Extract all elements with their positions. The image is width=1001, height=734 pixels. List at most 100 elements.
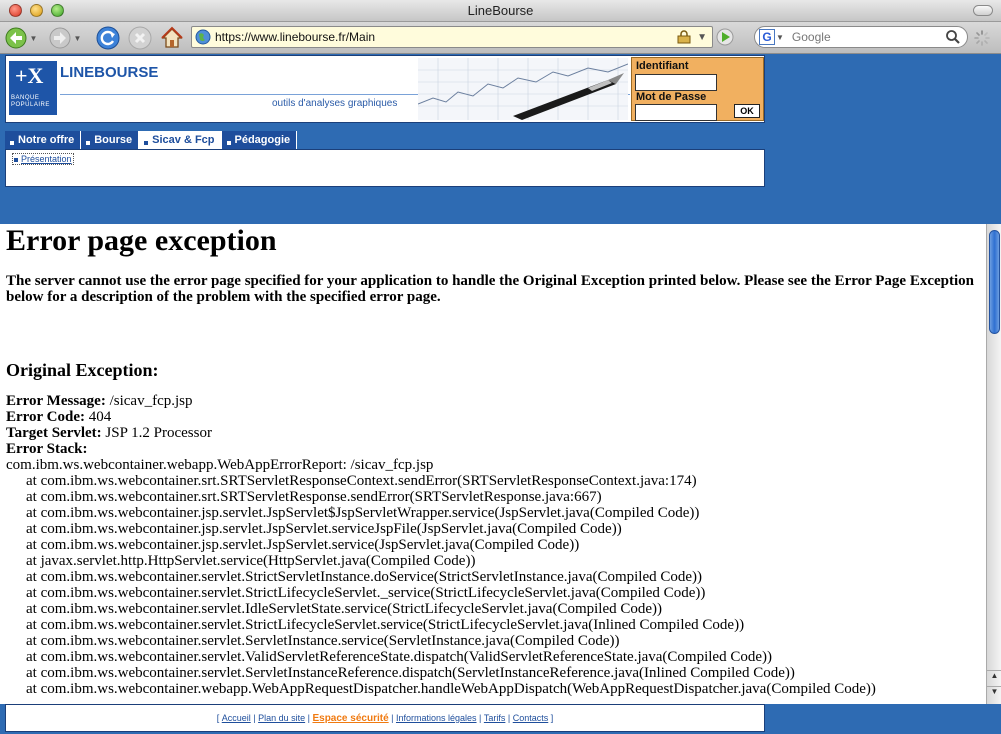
stack-line: at com.ibm.ws.webcontainer.srt.SRTServle… <box>26 473 697 489</box>
footer-bracket-close: ] <box>548 713 554 723</box>
nav-tab-label: Bourse <box>94 134 133 146</box>
error-stack-row: Error Stack: <box>6 441 986 457</box>
stack-line: at com.ibm.ws.webcontainer.jsp.servlet.J… <box>26 537 580 553</box>
search-input[interactable]: Google <box>792 30 945 44</box>
bullet-icon <box>10 141 14 145</box>
logo-subtitle: BANQUE POPULAIRE <box>11 95 50 108</box>
footer-separator: | <box>505 713 513 723</box>
web-page: +X BANQUE POPULAIRE LINEBOURSE outils d'… <box>0 55 1001 734</box>
footer-separator: | <box>305 713 313 723</box>
browser-toolbar: ▼ ▼ https://www.linebourse.fr/Main ▼ G ▼… <box>0 22 1001 54</box>
footer-separator: | <box>476 713 484 723</box>
subnav-item-label: Présentation <box>21 154 72 164</box>
url-text[interactable]: https://www.linebourse.fr/Main <box>215 30 676 44</box>
error-intro: The server cannot use the error page spe… <box>6 273 974 305</box>
site-header: +X BANQUE POPULAIRE LINEBOURSE outils d'… <box>5 55 765 123</box>
site-footer: [ Accueil | Plan du site | Espace sécuri… <box>5 704 765 732</box>
url-history-dropdown-icon[interactable]: ▼ <box>697 32 707 43</box>
stack-line: at com.ibm.ws.webcontainer.jsp.servlet.J… <box>26 505 700 521</box>
error-message-label: Error Message: <box>6 393 106 409</box>
header-tagline: outils d'analyses graphiques <box>272 98 398 109</box>
search-icon[interactable] <box>945 29 961 45</box>
password-label: Mot de Passe <box>636 91 707 103</box>
bullet-icon <box>86 141 91 145</box>
forward-button[interactable]: ▼ <box>48 25 82 51</box>
brand-name[interactable]: LINEBOURSE <box>60 64 158 81</box>
back-button[interactable]: ▼ <box>4 25 38 51</box>
go-button[interactable] <box>716 28 736 48</box>
footer-link-contacts[interactable]: Contacts <box>513 713 549 723</box>
stack-line: at com.ibm.ws.webcontainer.servlet.Valid… <box>26 649 772 665</box>
vertical-scrollbar[interactable]: ▲ ▼ <box>986 224 1001 704</box>
username-field[interactable] <box>635 74 717 91</box>
stop-icon <box>128 26 152 50</box>
loading-spinner-icon <box>974 30 990 46</box>
bullet-icon <box>144 141 149 145</box>
username-label: Identifiant <box>636 60 689 72</box>
stack-line: at com.ibm.ws.webcontainer.servlet.Stric… <box>26 585 706 601</box>
error-stack-label: Error Stack: <box>6 441 88 457</box>
address-bar[interactable]: https://www.linebourse.fr/Main ▼ <box>191 26 713 48</box>
footer-separator: | <box>388 713 396 723</box>
logo-mark: +X <box>15 63 44 88</box>
stack-line: at com.ibm.ws.webcontainer.webapp.WebApp… <box>26 681 876 697</box>
target-servlet-label: Target Servlet: <box>6 425 102 441</box>
footer-link-plan-du-site[interactable]: Plan du site <box>258 713 305 723</box>
footer-link-espace-securite[interactable]: Espace sécurité <box>312 713 388 724</box>
footer-link-tarifs[interactable]: Tarifs <box>484 713 506 723</box>
browser-window: LineBourse ▼ ▼ https://www.linebourse.fr… <box>0 0 1001 734</box>
scroll-down-arrow-icon[interactable]: ▼ <box>987 686 1001 702</box>
nav-tab-notre-offre[interactable]: Notre offre <box>5 131 82 149</box>
login-panel: Identifiant Mot de Passe OK <box>631 57 764 121</box>
sub-nav: Présentation <box>5 149 765 187</box>
scroll-up-arrow-icon[interactable]: ▲ <box>987 670 1001 686</box>
search-box[interactable]: G ▼ Google <box>754 26 968 48</box>
nav-tab-bourse[interactable]: Bourse <box>81 131 140 149</box>
window-title: LineBourse <box>467 3 534 18</box>
login-ok-button[interactable]: OK <box>734 104 760 118</box>
reload-button[interactable] <box>95 25 121 51</box>
stack-line: at com.ibm.ws.webcontainer.servlet.Stric… <box>26 569 703 585</box>
stop-button[interactable] <box>127 25 153 51</box>
back-dropdown-icon[interactable]: ▼ <box>30 34 38 43</box>
error-code-label: Error Code: <box>6 409 86 425</box>
error-message-row: Error Message: /sicav_fcp.jsp <box>6 393 986 409</box>
home-button[interactable] <box>159 25 185 51</box>
toolbar-toggle-button[interactable] <box>973 5 993 16</box>
target-servlet-value: JSP 1.2 Processor <box>105 425 212 441</box>
go-arrow-icon <box>716 28 734 46</box>
stack-line: at com.ibm.ws.webcontainer.srt.SRTServle… <box>26 489 602 505</box>
stack-line: at com.ibm.ws.webcontainer.servlet.Servl… <box>26 665 795 681</box>
error-title: Error page exception <box>6 224 277 257</box>
error-message-value: /sicav_fcp.jsp <box>109 393 193 409</box>
nav-tab-label: Sicav & Fcp <box>152 134 215 146</box>
password-field[interactable] <box>635 104 717 121</box>
stack-head-line: com.ibm.ws.webcontainer.webapp.WebAppErr… <box>6 457 434 473</box>
lock-icon <box>677 30 691 44</box>
footer-separator: | <box>250 713 259 723</box>
reload-icon <box>96 26 120 50</box>
subnav-item-presentation[interactable]: Présentation <box>12 153 74 165</box>
banque-populaire-logo[interactable]: +X BANQUE POPULAIRE <box>9 61 57 115</box>
error-code-value: 404 <box>88 409 112 425</box>
bullet-icon <box>226 141 231 145</box>
stack-line: at com.ibm.ws.webcontainer.servlet.Servl… <box>26 633 620 649</box>
stack-line: at com.ibm.ws.webcontainer.servlet.IdleS… <box>26 601 663 617</box>
stack-line: at com.ibm.ws.webcontainer.servlet.Stric… <box>26 617 745 633</box>
search-engine-icon[interactable]: G <box>759 29 775 45</box>
nav-tab-pedagogie[interactable]: Pédagogie <box>221 131 298 149</box>
error-code-row: Error Code: 404 <box>6 409 986 425</box>
home-icon <box>161 26 183 48</box>
scrollbar-thumb[interactable] <box>989 230 1000 334</box>
stack-line: at com.ibm.ws.webcontainer.jsp.servlet.J… <box>26 521 622 537</box>
stack-line: at javax.servlet.http.HttpServlet.servic… <box>26 553 476 569</box>
search-engine-dropdown-icon[interactable]: ▼ <box>776 33 784 42</box>
nav-tab-sicav-fcp[interactable]: Sicav & Fcp <box>139 131 222 149</box>
footer-link-informations-legales[interactable]: Informations légales <box>396 713 477 723</box>
footer-link-accueil[interactable]: Accueil <box>222 713 251 723</box>
forward-dropdown-icon[interactable]: ▼ <box>74 34 82 43</box>
error-page-content: Error page exception The server cannot u… <box>0 224 986 704</box>
forward-arrow-icon <box>49 27 71 49</box>
back-arrow-icon <box>5 27 27 49</box>
stack-trace: at com.ibm.ws.webcontainer.srt.SRTServle… <box>6 473 986 697</box>
